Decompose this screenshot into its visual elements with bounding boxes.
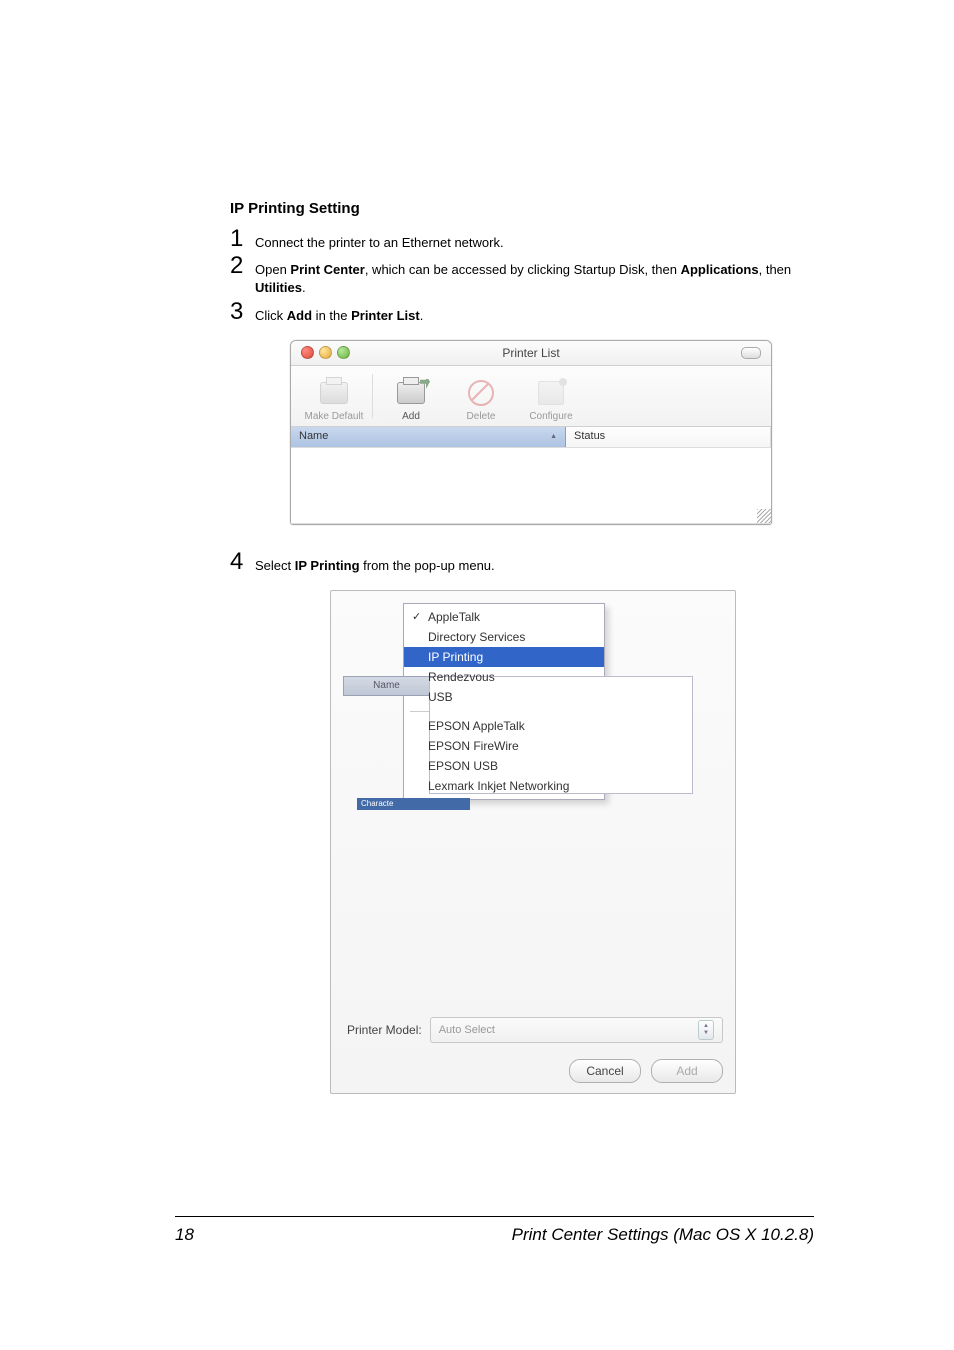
t: . [420, 308, 424, 323]
toolbar-label: Configure [516, 411, 586, 422]
t: Printer List [351, 308, 420, 323]
toolbar-separator [372, 374, 373, 418]
titlebar: Printer List [291, 341, 771, 366]
menu-item-lexmark[interactable]: Lexmark Inkjet Networking [404, 776, 604, 796]
column-header-row: Name Status [291, 427, 771, 448]
t: Utilities [255, 280, 302, 295]
steps-list: 1 Connect the printer to an Ethernet net… [230, 227, 794, 325]
menu-item-appletalk[interactable]: AppleTalk [404, 607, 604, 627]
menu-item-epson-firewire[interactable]: EPSON FireWire [404, 736, 604, 756]
t: . [302, 280, 306, 295]
add-printer-icon [376, 377, 446, 409]
printer-model-label: Printer Model: [347, 1023, 422, 1037]
add-button[interactable]: Add [376, 377, 446, 422]
configure-icon [516, 377, 586, 409]
footer-title: Print Center Settings (Mac OS X 10.2.8) [512, 1225, 814, 1245]
chevron-updown-icon: ▲▼ [698, 1020, 714, 1040]
menu-item-ip-printing[interactable]: IP Printing [404, 647, 604, 667]
menu-item-rendezvous[interactable]: Rendezvous [404, 667, 604, 687]
step-number: 4 [230, 550, 255, 574]
delete-icon [446, 377, 516, 409]
toolbar-label: Make Default [299, 411, 369, 422]
t: Add [287, 308, 312, 323]
menu-item-usb[interactable]: USB [404, 687, 604, 707]
menu-item-directory-services[interactable]: Directory Services [404, 627, 604, 647]
toolbar-label: Add [376, 411, 446, 422]
t: Applications [681, 262, 759, 277]
step-text: Connect the printer to an Ethernet netwo… [255, 227, 504, 252]
t: , then [759, 262, 792, 277]
page-number: 18 [175, 1225, 194, 1245]
printer-list-window: Printer List Make Default Add Delete Con… [290, 340, 772, 525]
toolbar: Make Default Add Delete Configure [291, 366, 771, 427]
printer-model-select[interactable]: Auto Select ▲▼ [430, 1017, 723, 1043]
page-footer: 18 Print Center Settings (Mac OS X 10.2.… [175, 1216, 814, 1245]
step-number: 3 [230, 300, 255, 324]
printer-list-body [291, 448, 771, 524]
t: Select [255, 558, 295, 573]
menu-item-epson-usb[interactable]: EPSON USB [404, 756, 604, 776]
column-name-header[interactable]: Name [291, 427, 566, 447]
step-3: 3 Click Add in the Printer List. [230, 300, 794, 325]
step-number: 2 [230, 254, 255, 278]
make-default-button: Make Default [299, 377, 369, 422]
t: in the [312, 308, 351, 323]
add-printer-sheet: Name Characte AppleTalk Directory Servic… [330, 590, 736, 1094]
column-status-header[interactable]: Status [566, 427, 771, 447]
step-number: 1 [230, 227, 255, 251]
add-button: Add [651, 1059, 723, 1083]
section-heading: IP Printing Setting [230, 200, 794, 217]
cancel-button[interactable]: Cancel [569, 1059, 641, 1083]
step-text: Select IP Printing from the pop-up menu. [255, 550, 495, 575]
step-text: Open Print Center, which can be accessed… [255, 254, 794, 297]
character-set-row: Characte [357, 798, 470, 810]
menu-item-epson-appletalk[interactable]: EPSON AppleTalk [404, 716, 604, 736]
t: from the pop-up menu. [360, 558, 495, 573]
printer-model-value: Auto Select [439, 1024, 495, 1036]
printer-model-row: Printer Model: Auto Select ▲▼ [343, 1012, 723, 1053]
toolbar-toggle-icon[interactable] [741, 347, 761, 359]
connection-type-menu[interactable]: AppleTalk Directory Services IP Printing… [403, 603, 605, 800]
t: , which can be accessed by clicking Star… [365, 262, 681, 277]
configure-button: Configure [516, 377, 586, 422]
button-row: Cancel Add [343, 1059, 723, 1083]
delete-button: Delete [446, 377, 516, 422]
step-1: 1 Connect the printer to an Ethernet net… [230, 227, 794, 252]
step-text: Click Add in the Printer List. [255, 300, 423, 325]
t: Open [255, 262, 290, 277]
printer-icon [299, 377, 369, 409]
window-title: Printer List [291, 346, 771, 360]
t: Click [255, 308, 287, 323]
t: IP Printing [295, 558, 360, 573]
t: Print Center [290, 262, 364, 277]
toolbar-label: Delete [446, 411, 516, 422]
step-2: 2 Open Print Center, which can be access… [230, 254, 794, 297]
step-4: 4 Select IP Printing from the pop-up men… [230, 550, 794, 575]
